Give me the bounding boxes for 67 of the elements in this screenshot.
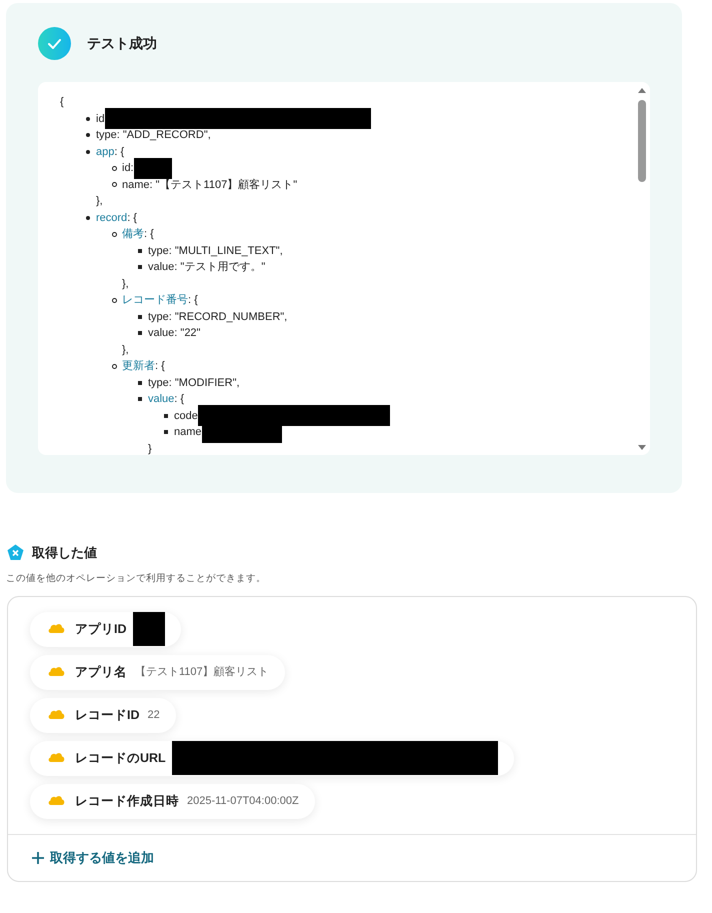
code-line: }, — [121, 276, 130, 292]
code-key: 更新者 — [122, 358, 155, 374]
redaction-bar — [134, 158, 172, 179]
code-line: name: "【テスト1107】顧客リスト" — [122, 178, 298, 192]
bullet-icon — [138, 248, 142, 253]
value-label: レコードID — [75, 706, 140, 724]
code-punctuation: : { — [144, 227, 154, 242]
bullet-icon — [112, 364, 117, 369]
section-description: この値を他のオペレーションで利用することができます。 — [6, 572, 267, 586]
redaction-bar — [132, 612, 164, 646]
success-check-icon — [38, 27, 71, 60]
value-label: レコード作成日時 — [75, 792, 179, 810]
bullet-icon — [86, 133, 90, 138]
bullet-icon — [138, 380, 142, 385]
code-key: 備考 — [122, 226, 144, 242]
bullet-icon — [112, 232, 117, 237]
plus-icon — [32, 852, 44, 864]
cloud-logo-icon — [48, 666, 65, 678]
code-key: record — [96, 210, 128, 226]
bullet-icon — [112, 166, 117, 171]
code-line: value: "テスト用です。" — [148, 260, 266, 275]
bullet-icon — [86, 150, 90, 154]
code-line: } — [147, 442, 153, 455]
bullet-icon — [138, 331, 142, 336]
code-key: app — [96, 144, 114, 160]
result-title: テスト成功 — [87, 34, 157, 53]
code-key-text: id: — [122, 161, 134, 176]
bullet-icon — [138, 314, 142, 319]
cloud-logo-icon — [48, 795, 65, 808]
section-title: 取得した値 — [32, 544, 97, 562]
bullet-icon — [86, 216, 90, 220]
code-key-text: name — [174, 425, 202, 440]
value-label: アプリ名 — [75, 664, 127, 681]
value-text: 22 — [148, 708, 160, 723]
cloud-logo-icon — [48, 752, 65, 764]
code-key: レコード番号 — [122, 292, 188, 308]
bullet-icon — [138, 265, 142, 270]
code-punctuation: : { — [174, 392, 184, 407]
code-punctuation: : { — [114, 144, 124, 160]
value-label: レコードのURL — [75, 750, 166, 767]
code-key-text: code — [174, 408, 198, 424]
bullet-icon — [138, 397, 142, 402]
code-line: type: "MULTI_LINE_TEXT", — [148, 244, 283, 258]
code-line: type: "MODIFIER", — [148, 376, 240, 390]
bullet-icon — [112, 298, 117, 303]
bullet-icon — [112, 182, 117, 188]
cloud-logo-icon — [48, 709, 65, 722]
code-line: type: "ADD_RECORD", — [96, 128, 211, 143]
code-key: value — [148, 391, 174, 408]
code-line: }, — [95, 194, 104, 209]
code-punctuation: : { — [155, 359, 165, 374]
bullet-icon — [164, 430, 168, 434]
pentagon-x-icon — [7, 544, 24, 562]
code-punctuation: : { — [188, 293, 198, 308]
value-text: 【テスト1107】顧客リスト — [135, 664, 269, 680]
add-value-button[interactable]: 取得する値を追加 — [32, 848, 154, 868]
code-line: value: "22" — [148, 326, 200, 341]
code-key-text: id — [96, 112, 105, 126]
value-text: 2025-11-07T04:00:00Z — [187, 794, 299, 809]
bullet-icon — [86, 116, 90, 121]
code-line: type: "RECORD_NUMBER", — [148, 310, 288, 324]
cloud-logo-icon — [48, 623, 65, 636]
code-punctuation: : { — [127, 210, 137, 226]
value-label: アプリID — [75, 620, 126, 638]
bullet-icon — [164, 414, 168, 418]
code-line: }, — [121, 342, 130, 358]
code-line: { — [60, 95, 65, 110]
